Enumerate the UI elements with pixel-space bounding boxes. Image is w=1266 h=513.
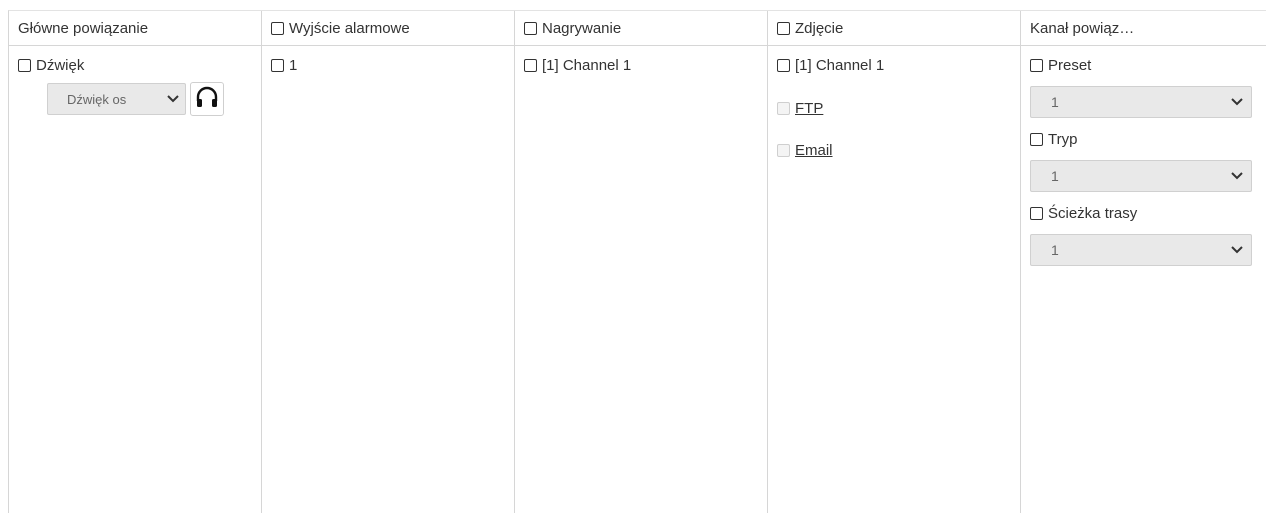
email-link[interactable]: Email [795,142,833,159]
column-header-recording: Nagrywanie [515,11,767,46]
column-channel-linkage: Kanał powiąz… Preset 1 Tryp 1 Ścieżka tr… [1021,11,1266,513]
email-checkbox[interactable] [777,143,790,157]
header-channel-label: Kanał powiąz… [1030,19,1135,37]
route-select[interactable]: 1 [1030,234,1252,266]
headphones-icon [195,86,219,113]
column-alarm-output: Wyjście alarmowe 1 [262,11,515,513]
preset-checkbox[interactable] [1030,58,1043,72]
route-label: Ścieżka trasy [1048,204,1138,222]
alarm-output-1-checkbox[interactable] [271,58,284,72]
column-main-linkage: Główne powiązanie Dźwięk Dźwięk os [9,11,262,513]
chevron-down-icon [1231,246,1243,254]
route-select-value: 1 [1051,242,1059,258]
headphones-button[interactable] [190,82,224,116]
route-checkbox[interactable] [1030,206,1043,220]
header-alarm-label: Wyjście alarmowe [289,19,410,37]
column-header-channel: Kanał powiąz… [1021,11,1266,46]
recording-channel-1-label: [1] Channel 1 [542,56,632,74]
column-header-snapshot: Zdjęcie [768,11,1020,46]
chevron-down-icon [1231,98,1243,106]
linkage-table: Główne powiązanie Dźwięk Dźwięk os Wyjśc… [8,10,1266,513]
column-header-alarm: Wyjście alarmowe [262,11,514,46]
sound-select[interactable]: Dźwięk os [47,83,186,115]
ftp-checkbox[interactable] [777,101,790,115]
snapshot-channel-1-label: [1] Channel 1 [795,56,885,74]
sound-label: Dźwięk [36,56,85,74]
snapshot-header-checkbox[interactable] [777,21,790,35]
sound-checkbox[interactable] [18,58,31,72]
column-recording: Nagrywanie [1] Channel 1 [515,11,768,513]
alarm-output-1-label: 1 [289,56,298,74]
preset-label: Preset [1048,56,1092,74]
tryp-select-value: 1 [1051,168,1059,184]
header-snapshot-label: Zdjęcie [795,19,844,37]
snapshot-channel-1-checkbox[interactable] [777,58,790,72]
header-recording-label: Nagrywanie [542,19,622,37]
preset-select-value: 1 [1051,94,1059,110]
alarm-header-checkbox[interactable] [271,21,284,35]
preset-select[interactable]: 1 [1030,86,1252,118]
tryp-checkbox[interactable] [1030,132,1043,146]
tryp-select[interactable]: 1 [1030,160,1252,192]
sound-select-value: Dźwięk os [67,91,127,107]
chevron-down-icon [1231,172,1243,180]
column-header-main: Główne powiązanie [9,11,261,46]
ftp-link[interactable]: FTP [795,100,823,117]
header-main-label: Główne powiązanie [18,19,149,37]
chevron-down-icon [167,95,179,103]
column-snapshot: Zdjęcie [1] Channel 1 FTP Email [768,11,1021,513]
recording-channel-1-checkbox[interactable] [524,58,537,72]
recording-header-checkbox[interactable] [524,21,537,35]
tryp-label: Tryp [1048,130,1078,148]
